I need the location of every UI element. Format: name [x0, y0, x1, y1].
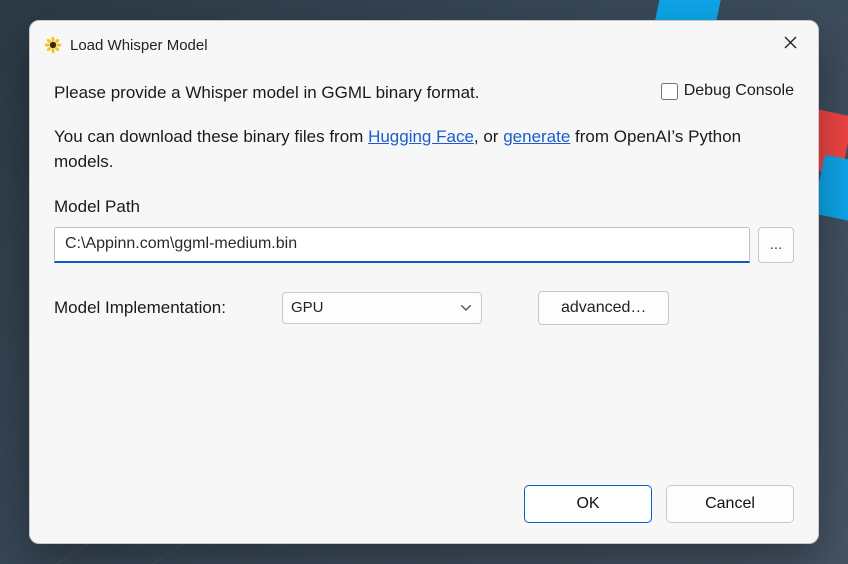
debug-console-label[interactable]: Debug Console — [684, 82, 794, 100]
title-left: Load Whisper Model — [44, 36, 208, 54]
implementation-select[interactable]: GPU — [282, 292, 482, 324]
dialog-footer: OK Cancel — [30, 471, 818, 543]
debug-console-checkbox-group: Debug Console — [661, 82, 794, 100]
desc-mid: , or — [474, 127, 503, 146]
generate-link[interactable]: generate — [503, 127, 570, 146]
advanced-button[interactable]: advanced… — [538, 291, 669, 325]
implementation-row: Model Implementation: GPU advanced… — [54, 291, 794, 325]
dialog-title: Load Whisper Model — [70, 37, 208, 54]
load-whisper-model-dialog: Load Whisper Model Please provide a Whis… — [29, 20, 819, 544]
hugging-face-link[interactable]: Hugging Face — [368, 127, 474, 146]
close-icon — [784, 36, 797, 54]
top-row: Please provide a Whisper model in GGML b… — [54, 81, 794, 106]
cancel-button[interactable]: Cancel — [666, 485, 794, 523]
model-path-row: ... — [54, 227, 794, 263]
debug-console-checkbox[interactable] — [661, 83, 678, 100]
ok-button[interactable]: OK — [524, 485, 652, 523]
sunflower-icon — [44, 36, 62, 54]
implementation-label: Model Implementation: — [54, 298, 254, 318]
model-path-input[interactable] — [54, 227, 750, 263]
close-button[interactable] — [776, 31, 804, 59]
instruction-text: Please provide a Whisper model in GGML b… — [54, 81, 480, 106]
titlebar: Load Whisper Model — [30, 21, 818, 63]
model-path-label: Model Path — [54, 197, 794, 217]
download-description: You can download these binary files from… — [54, 124, 794, 175]
browse-button[interactable]: ... — [758, 227, 794, 263]
desc-pre: You can download these binary files from — [54, 127, 368, 146]
dialog-content: Please provide a Whisper model in GGML b… — [30, 63, 818, 471]
